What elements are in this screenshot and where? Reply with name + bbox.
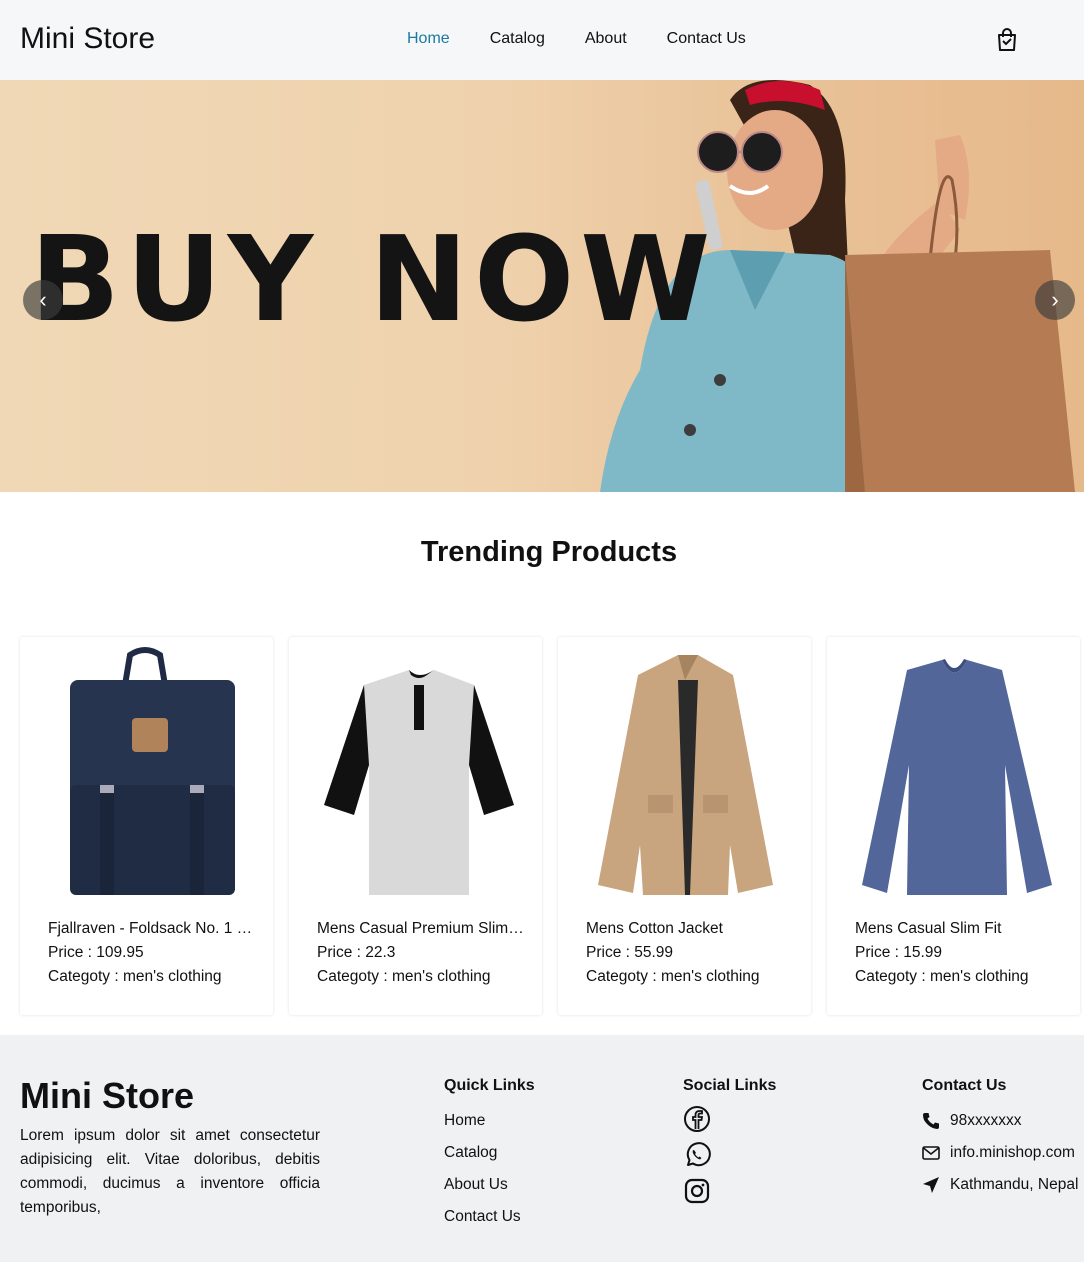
product-image-backpack <box>70 647 235 895</box>
nav-contact[interactable]: Contact Us <box>667 30 746 48</box>
footer-link-contact[interactable]: Contact Us <box>444 1201 535 1233</box>
footer-link-about[interactable]: About Us <box>444 1169 535 1201</box>
product-image-longsleeve <box>862 659 1052 895</box>
section-title-trending: Trending Products <box>420 536 678 568</box>
product-name[interactable]: Mens Cotton Jacket <box>586 917 796 941</box>
footer-contact: Contact Us 98xxxxxxx info.minishop.com K… <box>922 1077 1078 1201</box>
footer-brand: Mini Store <box>20 1075 195 1116</box>
footer-link-catalog[interactable]: Catalog <box>444 1137 535 1169</box>
site-header: Mini Store Home Catalog About Contact Us <box>0 0 1084 80</box>
main-nav: Home Catalog About Contact Us <box>407 30 746 48</box>
product-category: Categoty : men's clothing <box>586 968 760 985</box>
contact-phone-text: 98xxxxxxx <box>950 1112 1022 1129</box>
contact-address-text: Kathmandu, Nepal <box>950 1176 1079 1193</box>
facebook-icon[interactable] <box>683 1105 711 1133</box>
nav-about[interactable]: About <box>585 30 627 48</box>
carousel-next-button[interactable]: › <box>1035 280 1075 320</box>
contact-email-text: info.minishop.com <box>950 1144 1075 1161</box>
social-links-title: Social Links <box>683 1077 777 1094</box>
product-price: Price : 15.99 <box>855 944 943 961</box>
footer-description: Lorem ipsum dolor sit amet consectetur a… <box>20 1127 320 1216</box>
quick-links-title: Quick Links <box>444 1077 535 1094</box>
whatsapp-icon[interactable] <box>683 1141 711 1169</box>
product-grid: Fjallraven - Foldsack No. 1 Backpack, Fi… <box>20 637 1080 1015</box>
product-price: Price : 55.99 <box>586 944 674 961</box>
location-arrow-icon <box>923 1177 939 1193</box>
hero-headline: BUY NOW <box>30 220 716 338</box>
contact-title: Contact Us <box>922 1077 1007 1094</box>
product-price: Price : 22.3 <box>317 944 396 961</box>
contact-address[interactable]: Kathmandu, Nepal <box>922 1169 1078 1201</box>
product-image-jacket <box>598 655 773 895</box>
hero-carousel: BUY NOW ‹ › <box>0 80 1084 492</box>
product-card[interactable]: Fjallraven - Foldsack No. 1 Backpack, Fi… <box>20 637 273 1015</box>
contact-email[interactable]: info.minishop.com <box>922 1137 1078 1169</box>
product-price: Price : 109.95 <box>48 944 144 961</box>
product-category: Categoty : men's clothing <box>855 968 1029 985</box>
product-card[interactable]: Mens Casual Premium Slim Fit T-Shirts Pr… <box>289 637 542 1015</box>
product-category: Categoty : men's clothing <box>48 968 222 985</box>
product-category: Categoty : men's clothing <box>317 968 491 985</box>
footer-quick-links: Quick Links Home Catalog About Us Contac… <box>444 1077 535 1233</box>
nav-catalog[interactable]: Catalog <box>490 30 545 48</box>
instagram-icon[interactable] <box>683 1177 711 1205</box>
footer-social-links: Social Links <box>683 1077 776 1205</box>
shopping-bag-icon[interactable] <box>996 28 1018 52</box>
mail-icon <box>922 1146 940 1160</box>
product-name[interactable]: Fjallraven - Foldsack No. 1 Backpack, Fi… <box>48 917 258 941</box>
carousel-prev-button[interactable]: ‹ <box>23 280 63 320</box>
product-name[interactable]: Mens Casual Slim Fit <box>855 917 1065 941</box>
product-card[interactable]: Mens Casual Slim Fit Price : 15.99 Categ… <box>827 637 1080 1015</box>
product-image-tshirt <box>324 670 514 895</box>
site-footer: Mini Store Lorem ipsum dolor sit amet co… <box>0 1035 1084 1262</box>
footer-link-home[interactable]: Home <box>444 1105 535 1137</box>
hero-headline-word1: BUY <box>30 210 320 348</box>
product-card[interactable]: Mens Cotton Jacket Price : 55.99 Categot… <box>558 637 811 1015</box>
hero-headline-word2: NOW <box>369 210 717 348</box>
contact-phone[interactable]: 98xxxxxxx <box>922 1105 1078 1137</box>
product-name[interactable]: Mens Casual Premium Slim Fit T-Shirts <box>317 917 527 941</box>
nav-home[interactable]: Home <box>407 30 450 48</box>
brand-logo[interactable]: Mini Store <box>20 22 155 56</box>
phone-icon <box>923 1113 939 1129</box>
